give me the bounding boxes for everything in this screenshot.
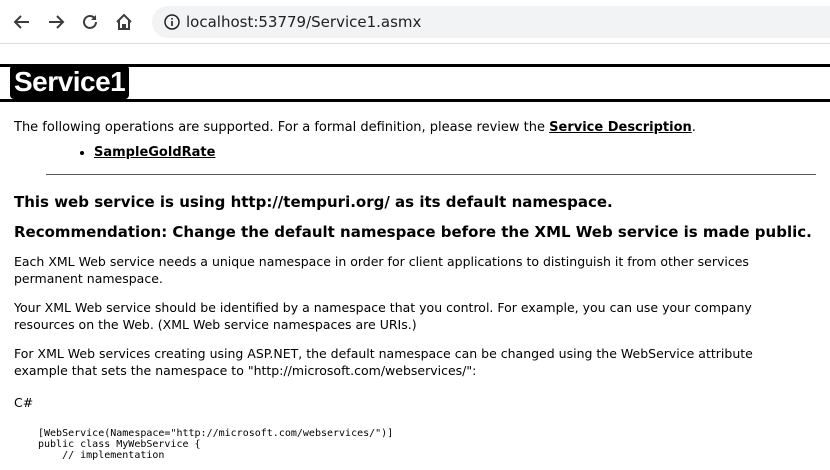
page-content: Service1 The following operations are su… <box>0 44 830 470</box>
paragraph-identify-namespace: Your XML Web service should be identifie… <box>14 299 816 333</box>
code-line: [WebService(Namespace="http://microsoft.… <box>38 428 394 439</box>
reload-button[interactable] <box>80 12 100 32</box>
operation-link-samplegoldrate[interactable]: SampleGoldRate <box>94 145 215 160</box>
back-button[interactable] <box>12 12 32 32</box>
paragraph-line: Each XML Web service needs a unique name… <box>14 254 749 269</box>
paragraph-line: Your XML Web service should be identifie… <box>14 300 752 315</box>
list-item: SampleGoldRate <box>94 145 816 160</box>
url-text[interactable]: localhost:53779/Service1.asmx <box>186 13 421 31</box>
page-title: Service1 <box>10 65 130 99</box>
browser-toolbar: localhost:53779/Service1.asmx <box>0 0 830 44</box>
code-sample: [WebService(Namespace="http://microsoft.… <box>38 428 816 461</box>
code-line: public class MyWebService { <box>38 439 201 450</box>
recommendation-heading: Recommendation: Change the default names… <box>14 223 812 241</box>
reload-icon <box>83 14 97 29</box>
arrow-left-icon <box>13 14 29 29</box>
paragraph-line: For XML Web services creating using ASP.… <box>14 346 753 361</box>
code-line: // implementation <box>38 450 165 461</box>
forward-button[interactable] <box>46 12 66 32</box>
namespace-heading: This web service is using http://tempuri… <box>14 193 613 211</box>
paragraph-line: resources on the Web. (XML Web service n… <box>14 317 417 332</box>
intro-label: The following operations are supported. … <box>14 120 550 135</box>
home-button[interactable] <box>114 12 134 32</box>
home-icon <box>116 13 132 30</box>
divider <box>46 174 816 175</box>
paragraph-line: example that sets the namespace to "http… <box>14 363 477 378</box>
arrow-right-icon <box>49 14 65 29</box>
info-icon[interactable] <box>164 13 180 30</box>
paragraph-line: permanent namespace. <box>14 271 163 286</box>
service-description-link[interactable]: Service Description <box>549 120 692 135</box>
operations-list: SampleGoldRate <box>14 145 816 160</box>
paragraph-aspnet-namespace: For XML Web services creating using ASP.… <box>14 345 816 379</box>
intro-text: The following operations are supported. … <box>14 120 816 135</box>
address-bar[interactable]: localhost:53779/Service1.asmx <box>152 5 830 38</box>
language-label: C# <box>14 395 34 410</box>
intro-end: . <box>691 120 696 135</box>
paragraph-unique-namespace: Each XML Web service needs a unique name… <box>14 253 816 287</box>
service-banner: Service1 <box>0 64 830 102</box>
